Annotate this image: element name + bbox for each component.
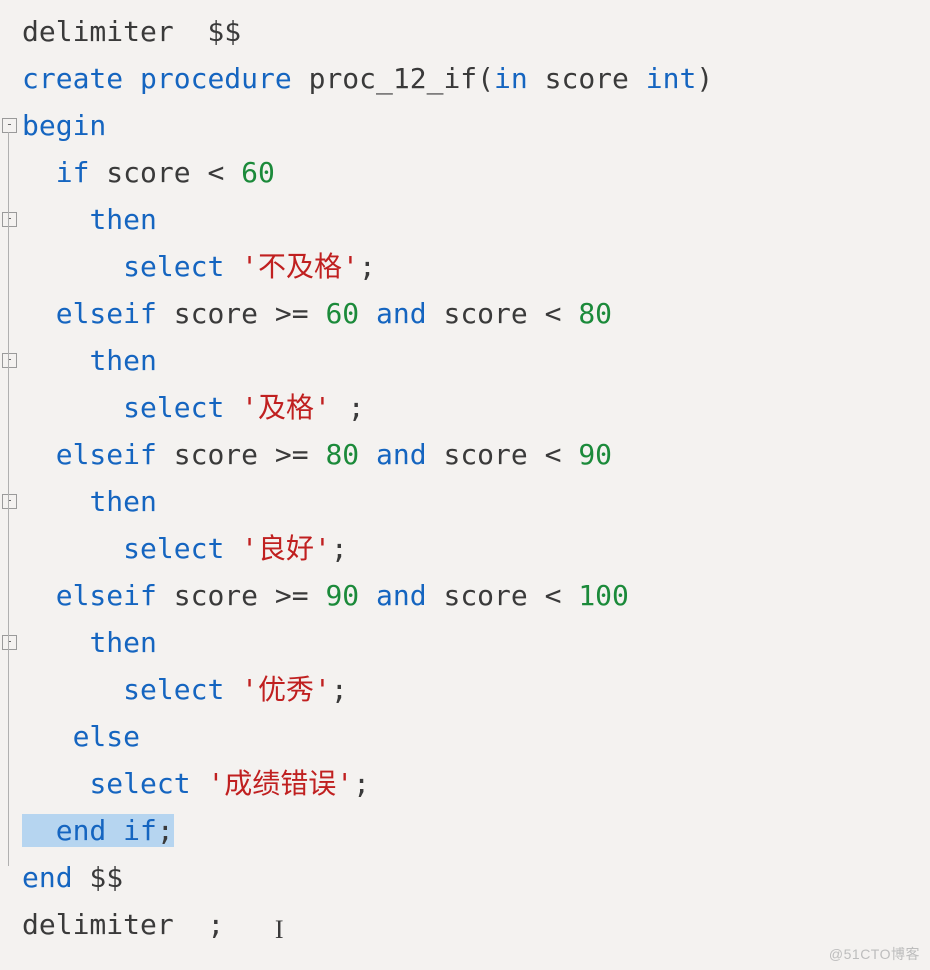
fold-marker[interactable]: - [2, 212, 17, 227]
code-line: end $$ [22, 861, 123, 894]
watermark: @51CTO博客 [829, 944, 920, 964]
code-line: then [22, 485, 157, 518]
code-line: create procedure proc_12_if(in score int… [22, 62, 713, 95]
fold-marker[interactable]: - [2, 494, 17, 509]
code-line: select '及格' ; [22, 391, 365, 424]
fold-marker[interactable]: - [2, 635, 17, 650]
fold-marker[interactable]: - [2, 118, 17, 133]
code-line: elseif score >= 90 and score < 100 [22, 579, 629, 612]
code-line: then [22, 626, 157, 659]
fold-marker[interactable]: - [2, 353, 17, 368]
code-line: end if; [22, 814, 174, 847]
code-line: select '不及格'; [22, 250, 376, 283]
text-cursor-icon: I [275, 915, 284, 944]
code-line: elseif score >= 80 and score < 90 [22, 438, 612, 471]
code-line: if score < 60 [22, 156, 275, 189]
code-line: select '良好'; [22, 532, 348, 565]
code-line: begin [22, 109, 106, 142]
code-line: then [22, 203, 157, 236]
code-editor: - - - - - delimiter $$ create procedure … [0, 0, 930, 949]
code-line: delimiter $$ [22, 15, 241, 48]
code-line: elseif score >= 60 and score < 80 [22, 297, 612, 330]
code-line: select '优秀'; [22, 673, 348, 706]
code-block: delimiter $$ create procedure proc_12_if… [0, 8, 930, 949]
code-line: delimiter ; I [22, 908, 284, 941]
code-line: else [22, 720, 140, 753]
code-line: select '成绩错误'; [22, 767, 370, 800]
code-line: then [22, 344, 157, 377]
